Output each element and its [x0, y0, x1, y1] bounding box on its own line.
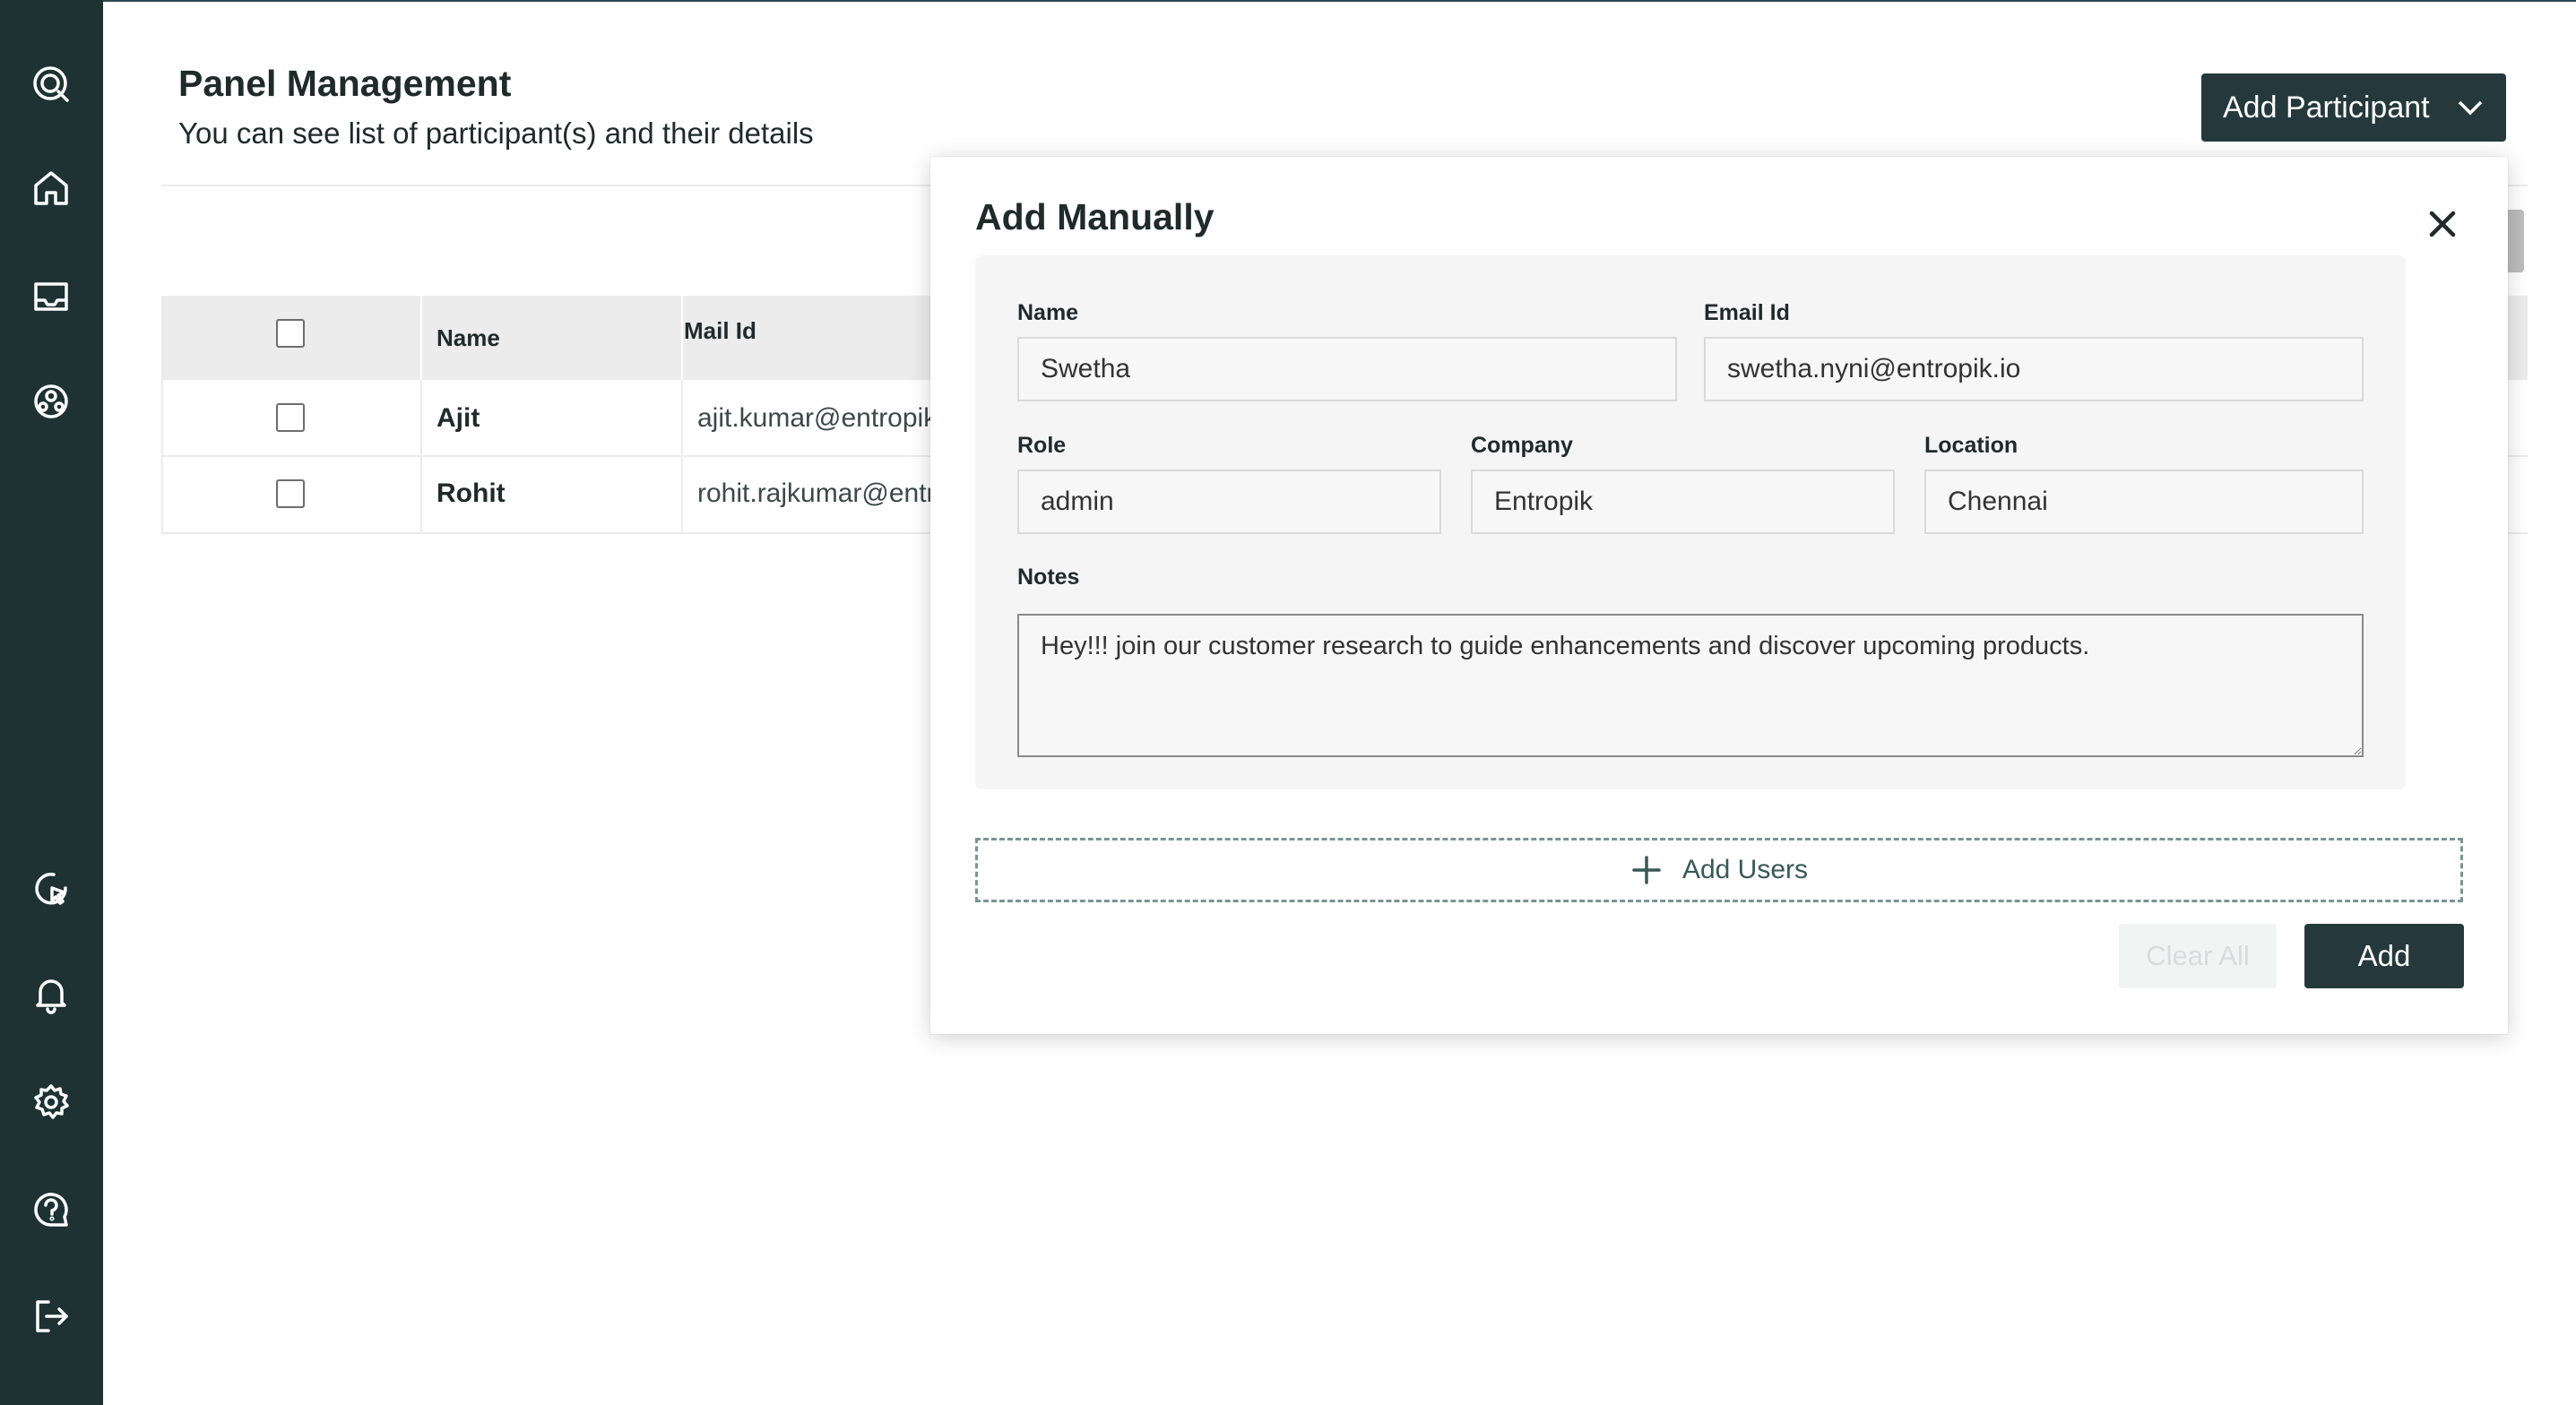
- row-border: [681, 457, 683, 534]
- row-border: [420, 457, 422, 534]
- column-header-name: Name: [437, 324, 500, 351]
- add-participant-label: Add Participant: [2223, 90, 2430, 125]
- plus-icon: [1632, 856, 1661, 884]
- home-icon[interactable]: [22, 159, 80, 217]
- company-label: Company: [1471, 433, 1573, 458]
- row-border: [420, 380, 422, 457]
- row-checkbox[interactable]: [276, 479, 305, 508]
- name-field[interactable]: [1017, 337, 1677, 401]
- settings-gear-icon[interactable]: [22, 1073, 80, 1131]
- notification-bell-icon[interactable]: [22, 966, 80, 1023]
- row-border: [161, 380, 163, 457]
- modal-title: Add Manually: [975, 196, 1215, 237]
- add-users-button[interactable]: Add Users: [975, 838, 2463, 902]
- location-field[interactable]: [1924, 470, 2364, 534]
- participant-mail: rohit.rajkumar@entr: [697, 478, 936, 508]
- pointer-click-icon[interactable]: [22, 860, 80, 918]
- logout-icon[interactable]: [22, 1288, 80, 1345]
- column-header-mail: Mail Id: [684, 317, 756, 344]
- role-label: Role: [1017, 433, 1067, 458]
- page-title: Panel Management: [178, 63, 512, 104]
- users-group-icon[interactable]: [22, 373, 80, 430]
- app-logo-icon[interactable]: [22, 56, 80, 113]
- column-divider: [681, 296, 683, 380]
- top-border: [0, 0, 2576, 2]
- row-checkbox[interactable]: [276, 403, 305, 432]
- row-border: [161, 457, 163, 534]
- participant-name: Ajit: [437, 403, 480, 433]
- role-field[interactable]: [1017, 470, 1441, 534]
- add-manually-modal: Add Manually Name Email Id Role Company …: [930, 157, 2508, 1034]
- participant-name: Rohit: [437, 478, 506, 508]
- email-label: Email Id: [1704, 300, 1790, 325]
- inbox-icon[interactable]: [22, 267, 80, 324]
- select-all-checkbox[interactable]: [276, 319, 305, 348]
- clear-all-button[interactable]: Clear All: [2119, 924, 2277, 988]
- help-question-icon[interactable]: [22, 1181, 80, 1238]
- sidebar: [0, 0, 103, 1405]
- name-label: Name: [1017, 300, 1079, 325]
- row-border: [681, 380, 683, 457]
- page-subtitle: You can see list of participant(s) and t…: [178, 116, 814, 150]
- notes-textarea[interactable]: Hey!!! join our customer research to gui…: [1017, 614, 2364, 757]
- form-panel: Name Email Id Role Company Location Note…: [975, 255, 2406, 789]
- column-divider: [420, 296, 422, 380]
- add-participant-button[interactable]: Add Participant: [2201, 73, 2506, 142]
- notes-label: Notes: [1017, 565, 1080, 590]
- close-icon[interactable]: [2420, 202, 2465, 246]
- participant-mail: ajit.kumar@entropik: [697, 403, 938, 433]
- chevron-down-icon: [2458, 100, 2482, 116]
- location-label: Location: [1924, 433, 2018, 458]
- add-button[interactable]: Add: [2304, 924, 2464, 988]
- company-field[interactable]: [1471, 470, 1895, 534]
- add-users-label: Add Users: [1681, 855, 1809, 884]
- email-field[interactable]: [1704, 337, 2364, 401]
